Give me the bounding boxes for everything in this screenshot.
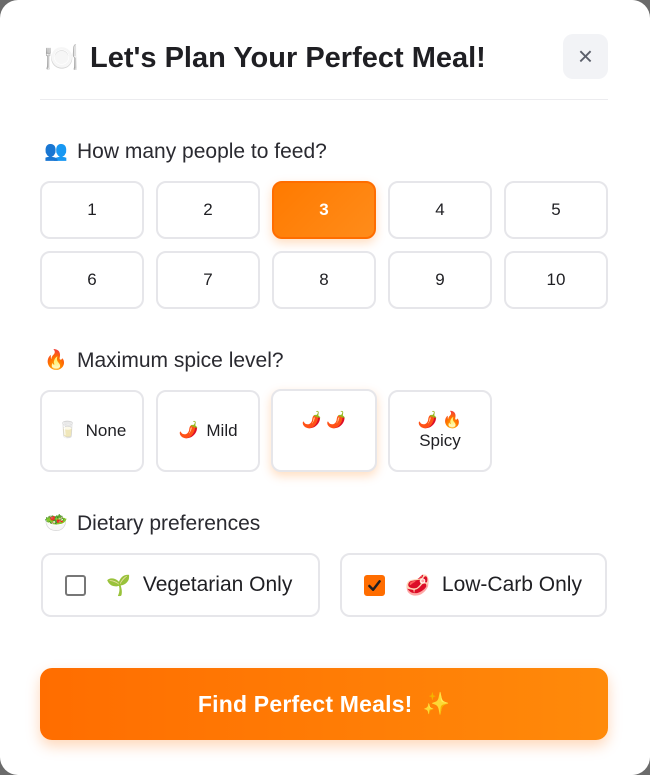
- option-label: 4: [435, 200, 445, 219]
- diet-section-label: 🥗 Dietary preferences: [44, 511, 260, 537]
- option-label: 1: [87, 200, 97, 219]
- dialog-header: 🍽️ Let's Plan Your Perfect Meal! ×: [40, 30, 608, 100]
- diet-option-label: Low-Carb Only: [441, 573, 582, 596]
- people-option-10[interactable]: 10: [504, 251, 608, 309]
- diet-option-vegetarian[interactable]: 🌱 Vegetarian Only: [41, 553, 320, 617]
- spice-option-spicy[interactable]: 🌶️ 🔥 Spicy: [388, 390, 492, 472]
- spice-option-label: Spicy: [419, 431, 461, 450]
- chili-icon: 🌶️ 🌶️: [301, 411, 347, 429]
- people-option-8[interactable]: 8: [272, 251, 376, 309]
- meal-planner-dialog: 🍽️ Let's Plan Your Perfect Meal! × 👥 How…: [0, 0, 650, 775]
- option-label: 7: [203, 270, 213, 289]
- people-option-5[interactable]: 5: [504, 181, 608, 239]
- people-option-9[interactable]: 9: [388, 251, 492, 309]
- people-option-2[interactable]: 2: [156, 181, 260, 239]
- option-label: 10: [546, 270, 566, 289]
- spice-option-label: Mild: [206, 421, 238, 440]
- spice-option-none[interactable]: 🥛 None: [40, 390, 144, 472]
- option-label: 3: [319, 200, 329, 219]
- spice-option-label: None: [85, 421, 127, 440]
- chili-fire-icon: 🌶️ 🔥: [417, 412, 463, 429]
- vegetarian-checkbox[interactable]: [65, 574, 86, 596]
- close-button[interactable]: ×: [563, 34, 608, 79]
- meat-icon: 🥩: [405, 574, 430, 597]
- fire-icon: 🔥: [44, 350, 68, 371]
- chili-icon: 🌶️: [178, 422, 199, 439]
- people-icon: 👥: [44, 141, 68, 162]
- spice-option-label: Medium: [291, 430, 357, 450]
- find-meals-button[interactable]: Find Perfect Meals! ✨: [40, 668, 608, 740]
- people-option-3[interactable]: 3: [272, 181, 376, 239]
- people-option-4[interactable]: 4: [388, 181, 492, 239]
- close-icon: ×: [577, 41, 594, 71]
- option-label: 5: [551, 200, 561, 219]
- spice-section-label: 🔥 Maximum spice level?: [44, 348, 284, 374]
- diet-label: Dietary preferences: [77, 512, 261, 535]
- diet-option-low-carb[interactable]: 🥩 Low-Carb Only: [340, 553, 607, 617]
- plate-icon: 🍽️: [44, 42, 79, 73]
- option-label: 8: [319, 270, 329, 289]
- checkmark-icon: [368, 579, 381, 591]
- people-option-6[interactable]: 6: [40, 251, 144, 309]
- spice-option-mild[interactable]: 🌶️ Mild: [156, 390, 260, 472]
- spice-option-medium[interactable]: 🌶️ 🌶️ Medium: [271, 389, 377, 472]
- seedling-icon: 🌱: [106, 574, 131, 597]
- low-carb-checkbox[interactable]: [364, 574, 385, 596]
- option-label: 9: [435, 270, 445, 289]
- option-label: 2: [203, 200, 213, 219]
- find-meals-label: Find Perfect Meals!: [197, 690, 413, 717]
- sparkles-icon: ✨: [422, 691, 451, 716]
- salad-icon: 🥗: [44, 513, 68, 534]
- people-label: How many people to feed?: [77, 140, 327, 163]
- diet-option-label: Vegetarian Only: [142, 573, 293, 596]
- people-section-label: 👥 How many people to feed?: [44, 139, 327, 165]
- spice-label: Maximum spice level?: [77, 349, 284, 372]
- option-label: 6: [87, 270, 97, 289]
- people-option-1[interactable]: 1: [40, 181, 144, 239]
- dialog-title: Let's Plan Your Perfect Meal!: [90, 42, 486, 74]
- people-option-7[interactable]: 7: [156, 251, 260, 309]
- milk-icon: 🥛: [57, 422, 78, 439]
